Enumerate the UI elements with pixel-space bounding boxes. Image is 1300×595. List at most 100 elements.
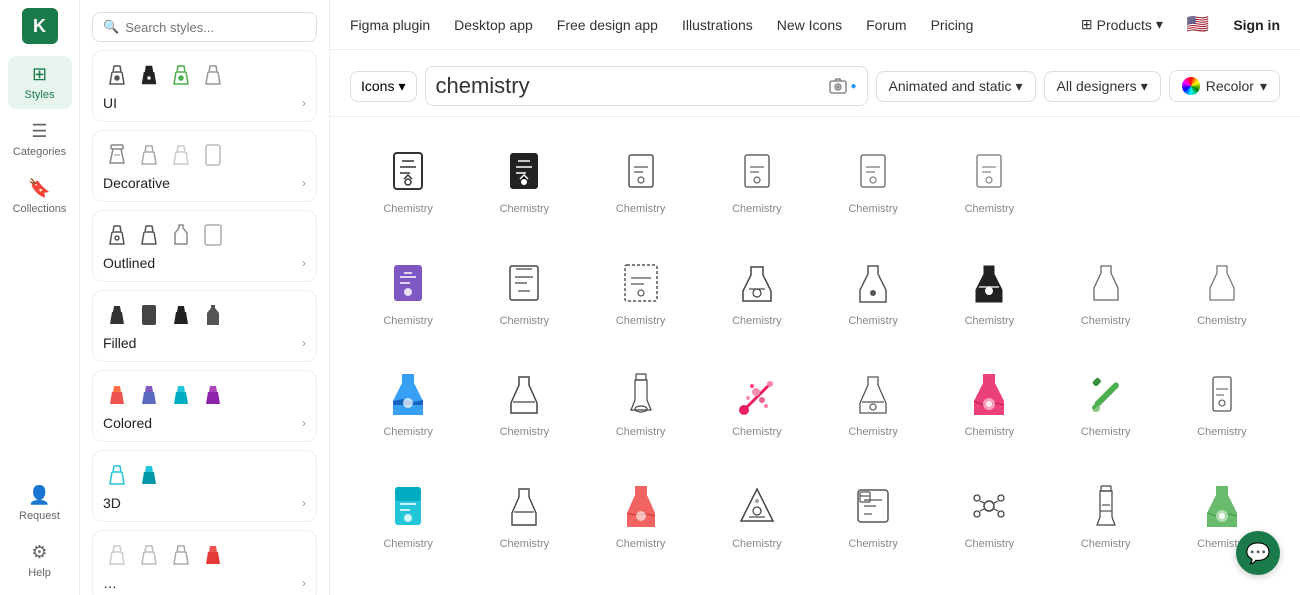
ui-icon-3: [167, 61, 195, 89]
products-button[interactable]: ⊞ Products ▾: [1081, 16, 1163, 33]
recolor-button[interactable]: Recolor ▾: [1169, 70, 1280, 102]
3d-icon-1: [103, 461, 131, 489]
sidebar-item-request[interactable]: 👤 Request: [8, 477, 72, 530]
icon-img-6: [963, 145, 1015, 197]
icon-cell-19[interactable]: Chemistry: [583, 356, 699, 468]
icon-cell-3[interactable]: Chemistry: [583, 133, 699, 245]
logo[interactable]: K: [22, 8, 58, 44]
icon-img-32: [1196, 480, 1248, 532]
icon-cell-23[interactable]: Chemistry: [1048, 356, 1164, 468]
icon-cell-27[interactable]: Chemistry: [583, 468, 699, 580]
icon-img-2: [498, 145, 550, 197]
chat-button[interactable]: 💬: [1236, 531, 1280, 575]
icon-cell-14[interactable]: Chemistry: [931, 245, 1047, 357]
nav-pricing[interactable]: Pricing: [931, 17, 974, 33]
icon-cell-16[interactable]: Chemistry: [1164, 245, 1280, 357]
icon-cell-17[interactable]: Chemistry: [350, 356, 466, 468]
icon-cell-5[interactable]: Chemistry: [815, 133, 931, 245]
icon-label-25: Chemistry: [383, 538, 433, 550]
colored-icons-row: [103, 381, 306, 409]
outlined-icon-1: [103, 221, 131, 249]
more-section-footer: … ›: [103, 575, 306, 591]
decorative-chevron-icon: ›: [302, 176, 306, 190]
style-section-decorative[interactable]: Decorative ›: [92, 130, 317, 202]
icon-cell-21[interactable]: Chemistry: [815, 356, 931, 468]
products-grid-icon: ⊞: [1081, 16, 1093, 33]
flag-icon[interactable]: 🇺🇸: [1187, 14, 1209, 35]
nav-figma-plugin[interactable]: Figma plugin: [350, 17, 430, 33]
style-section-more[interactable]: … ›: [92, 530, 317, 595]
sidebar-item-styles[interactable]: ⊞ Styles: [8, 56, 72, 109]
icon-cell-29[interactable]: Chemistry: [815, 468, 931, 580]
nav-desktop-app[interactable]: Desktop app: [454, 17, 533, 33]
style-section-ui[interactable]: UI ›: [92, 50, 317, 122]
more-icon-1: [103, 541, 131, 569]
icon-img-12: [731, 257, 783, 309]
filled-section-footer: Filled ›: [103, 335, 306, 351]
style-section-3d[interactable]: 3D ›: [92, 450, 317, 522]
style-section-colored[interactable]: Colored ›: [92, 370, 317, 442]
icon-cell-24[interactable]: Chemistry: [1164, 356, 1280, 468]
icon-cell-25[interactable]: Chemistry: [350, 468, 466, 580]
icon-cell-9[interactable]: Chemistry: [350, 245, 466, 357]
icon-img-28: [731, 480, 783, 532]
icon-label-10: Chemistry: [500, 315, 550, 327]
icon-img-14: [963, 257, 1015, 309]
icon-cell-13[interactable]: Chemistry: [815, 245, 931, 357]
icon-img-24: [1196, 368, 1248, 420]
filled-icon-3: [167, 301, 195, 329]
main-area: Figma plugin Desktop app Free design app…: [330, 0, 1300, 595]
more-label: …: [103, 575, 117, 591]
styles-search-input[interactable]: [125, 20, 306, 35]
colored-section-footer: Colored ›: [103, 415, 306, 431]
icon-cell-10[interactable]: Chemistry: [466, 245, 582, 357]
outlined-icon-2: [135, 221, 163, 249]
search-input[interactable]: [436, 73, 821, 99]
icon-label-29: Chemistry: [848, 538, 898, 550]
3d-icon-2: [135, 461, 163, 489]
filled-icons-row: [103, 301, 306, 329]
styles-search-box[interactable]: 🔍: [92, 12, 317, 42]
icon-cell-18[interactable]: Chemistry: [466, 356, 582, 468]
icon-cell-6[interactable]: Chemistry: [931, 133, 1047, 245]
icon-cell-22[interactable]: Chemistry: [931, 356, 1047, 468]
nav-illustrations[interactable]: Illustrations: [682, 17, 753, 33]
icon-img-13: [847, 257, 899, 309]
icon-cell-31[interactable]: Chemistry: [1048, 468, 1164, 580]
designers-filter-button[interactable]: All designers ▾: [1044, 71, 1161, 102]
icon-label-19: Chemistry: [616, 426, 666, 438]
icon-cell-2[interactable]: Chemistry: [466, 133, 582, 245]
icon-label-4: Chemistry: [732, 203, 782, 215]
icon-cell-30[interactable]: Chemistry: [931, 468, 1047, 580]
sidebar-item-collections[interactable]: 🔖 Collections: [8, 170, 72, 223]
sidebar-item-categories[interactable]: ☰ Categories: [8, 113, 72, 166]
decorative-icon-3: [167, 141, 195, 169]
icon-img-1: [382, 145, 434, 197]
animated-filter-button[interactable]: Animated and static ▾: [876, 71, 1036, 102]
more-icon-2: [135, 541, 163, 569]
icon-img-29: [847, 480, 899, 532]
nav-forum[interactable]: Forum: [866, 17, 906, 33]
style-section-outlined[interactable]: Outlined ›: [92, 210, 317, 282]
icon-img-5: [847, 145, 899, 197]
icon-cell-11[interactable]: Chemistry: [583, 245, 699, 357]
camera-button[interactable]: ●: [828, 76, 856, 96]
icon-cell-12[interactable]: Chemistry: [699, 245, 815, 357]
style-section-filled[interactable]: Filled ›: [92, 290, 317, 362]
icon-cell-4[interactable]: Chemistry: [699, 133, 815, 245]
sign-in-button[interactable]: Sign in: [1233, 17, 1280, 33]
icon-cell-26[interactable]: Chemistry: [466, 468, 582, 580]
icon-label-16: Chemistry: [1197, 315, 1247, 327]
icon-cell-15[interactable]: Chemistry: [1048, 245, 1164, 357]
icon-cell-20[interactable]: Chemistry: [699, 356, 815, 468]
icon-label-6: Chemistry: [965, 203, 1015, 215]
icon-label-20: Chemistry: [732, 426, 782, 438]
filled-chevron-icon: ›: [302, 336, 306, 350]
nav-free-design-app[interactable]: Free design app: [557, 17, 658, 33]
icon-cell-1[interactable]: Chemistry: [350, 133, 466, 245]
icons-type-dropdown[interactable]: Icons ▾: [350, 71, 417, 102]
nav-new-icons[interactable]: New Icons: [777, 17, 842, 33]
ui-icons-row: [103, 61, 306, 89]
icon-cell-28[interactable]: Chemistry: [699, 468, 815, 580]
sidebar-item-help[interactable]: ⚙ Help: [8, 534, 72, 587]
